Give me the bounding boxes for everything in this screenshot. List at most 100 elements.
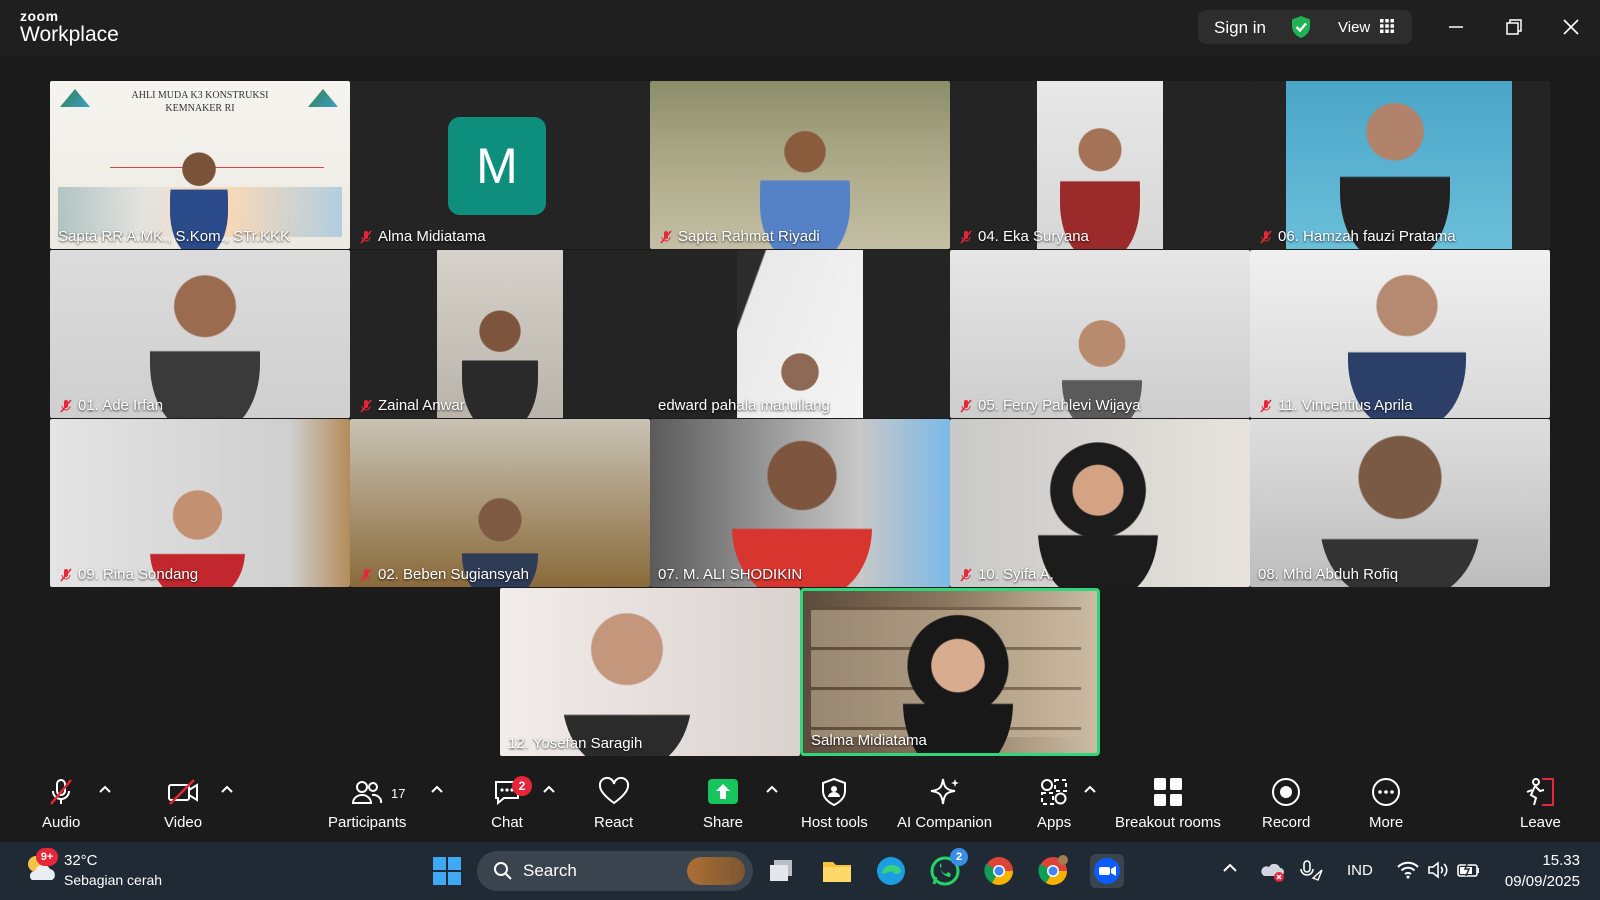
- weather-badge: 9+: [36, 848, 58, 866]
- onedrive-error-icon[interactable]: [1260, 858, 1294, 892]
- share-chevron-up-icon[interactable]: [765, 784, 779, 794]
- weather-widget[interactable]: 9+ 32°C Sebagian cerah: [22, 848, 162, 891]
- task-view-icon[interactable]: [766, 854, 800, 888]
- video-tile[interactable]: 06. Hamzah fauzi Pratama: [1250, 81, 1550, 249]
- react-button[interactable]: React: [594, 776, 633, 831]
- video-tile[interactable]: 09. Rina Sondang: [50, 419, 350, 587]
- taskbar-search[interactable]: Search: [477, 851, 753, 891]
- microphone-muted-icon: [50, 779, 73, 805]
- record-label: Record: [1262, 814, 1311, 831]
- video-label: Video: [164, 814, 203, 831]
- participant-name: 07. M. ALI SHODIKIN: [658, 566, 802, 583]
- host-tools-button[interactable]: Host tools: [801, 776, 868, 831]
- mic-muted-icon: [660, 229, 672, 244]
- more-icon: [1372, 778, 1401, 806]
- heart-icon: [598, 776, 629, 805]
- microphone-in-use-icon[interactable]: [1298, 858, 1332, 892]
- participant-figure: [1340, 91, 1450, 249]
- chat-chevron-up-icon[interactable]: [542, 784, 556, 794]
- name-text: 09. Rina Sondang: [78, 566, 199, 583]
- name-text: 12. Yosefan Saragih: [508, 735, 643, 752]
- file-explorer-icon[interactable]: [820, 854, 854, 888]
- breakout-rooms-icon: [1153, 778, 1182, 806]
- video-tile[interactable]: Sapta Rahmat Riyadi: [650, 81, 950, 249]
- name-text: 02. Beben Sugiansyah: [378, 566, 529, 583]
- audio-chevron-up-icon[interactable]: [98, 784, 112, 794]
- sparkle-icon: [930, 778, 959, 805]
- volume-icon[interactable]: [1426, 858, 1460, 892]
- react-label: React: [594, 814, 634, 831]
- windows-taskbar: 9+ 32°C Sebagian cerah Search 2 IND 15.3…: [0, 842, 1600, 900]
- name-text: Alma Midiatama: [378, 228, 486, 245]
- apps-icon: [1041, 779, 1068, 805]
- search-icon: [494, 862, 512, 880]
- clock-time: 15.33: [1542, 852, 1580, 869]
- chrome-icon[interactable]: [982, 854, 1016, 888]
- video-tile-active-speaker[interactable]: Salma Midiatama: [800, 588, 1100, 756]
- name-text: Sapta RR A.MK., S.Kom., STr.KKK: [58, 228, 291, 245]
- name-text: edward pahala manullang: [658, 397, 830, 414]
- video-tile[interactable]: Zainal Anwar: [350, 250, 650, 418]
- camera-off-icon: [168, 779, 199, 805]
- video-tile[interactable]: 01. Ade Irfan: [50, 250, 350, 418]
- chrome-profile-icon[interactable]: [1036, 854, 1070, 888]
- share-button[interactable]: Share: [703, 776, 743, 831]
- participant-figure: [732, 423, 872, 587]
- video-tile[interactable]: 02. Beben Sugiansyah: [350, 419, 650, 587]
- participant-figure: [562, 588, 692, 756]
- battery-icon[interactable]: [1456, 858, 1490, 892]
- video-gallery: AHLI MUDA K3 KONSTRUKSI KEMNAKER RI Sapt…: [0, 0, 1600, 780]
- ai-companion-button[interactable]: AI Companion: [897, 776, 992, 831]
- weather-condition: Sebagian cerah: [64, 872, 163, 888]
- mic-muted-icon: [60, 398, 72, 413]
- audio-button[interactable]: Audio: [42, 776, 80, 831]
- windows-start-icon[interactable]: [430, 854, 464, 888]
- video-chevron-up-icon[interactable]: [220, 784, 234, 794]
- slide-title: AHLI MUDA K3 KONSTRUKSI KEMNAKER RI: [50, 89, 350, 115]
- video-tile[interactable]: M Alma Midiatama: [350, 81, 650, 249]
- slide-title-line-2: KEMNAKER RI: [165, 103, 235, 114]
- zoom-app-icon[interactable]: [1090, 854, 1124, 888]
- audio-label: Audio: [42, 814, 81, 831]
- participant-name: Salma Midiatama: [811, 732, 927, 749]
- participant-name: Sapta Rahmat Riyadi: [658, 228, 820, 245]
- edge-browser-icon[interactable]: [874, 854, 908, 888]
- apps-button[interactable]: Apps: [1037, 776, 1071, 831]
- leave-button[interactable]: Leave: [1520, 776, 1561, 831]
- whatsapp-badge: 2: [950, 848, 968, 866]
- record-button[interactable]: Record: [1262, 776, 1310, 831]
- participant-name: 01. Ade Irfan: [58, 397, 163, 414]
- participant-name: Sapta RR A.MK., S.Kom., STr.KKK: [58, 228, 290, 245]
- video-tile[interactable]: 07. M. ALI SHODIKIN: [650, 419, 950, 587]
- participants-button[interactable]: Participants: [328, 776, 406, 831]
- video-tile[interactable]: AHLI MUDA K3 KONSTRUKSI KEMNAKER RI Sapt…: [50, 81, 350, 249]
- participant-name: 10. Syifa A.: [958, 566, 1054, 583]
- mic-muted-icon: [360, 398, 372, 413]
- video-tile[interactable]: edward pahala manullang: [650, 250, 950, 418]
- video-tile[interactable]: 08. Mhd Abduh Rofiq: [1250, 419, 1550, 587]
- participant-name: 06. Hamzah fauzi Pratama: [1258, 228, 1456, 245]
- video-tile[interactable]: 11. Vincentius Aprila: [1250, 250, 1550, 418]
- apps-chevron-up-icon[interactable]: [1083, 784, 1097, 794]
- participants-count: 17: [391, 786, 406, 801]
- video-tile[interactable]: 05. Ferry Pahlevi Wijaya: [950, 250, 1250, 418]
- whatsapp-icon[interactable]: 2: [928, 848, 968, 888]
- wifi-icon[interactable]: [1396, 858, 1430, 892]
- leave-label: Leave: [1520, 814, 1561, 831]
- system-clock[interactable]: 15.33 09/09/2025: [1505, 850, 1580, 892]
- more-button[interactable]: More: [1369, 776, 1403, 831]
- input-language[interactable]: IND: [1347, 862, 1373, 879]
- video-tile[interactable]: 12. Yosefan Saragih: [500, 588, 800, 756]
- breakout-rooms-button[interactable]: Breakout rooms: [1115, 776, 1221, 831]
- ai-companion-label: AI Companion: [897, 814, 993, 831]
- video-tile[interactable]: 04. Eka Suryana: [950, 81, 1250, 249]
- participants-chevron-up-icon[interactable]: [430, 784, 444, 794]
- participant-name: 05. Ferry Pahlevi Wijaya: [958, 397, 1141, 414]
- mic-muted-icon: [360, 229, 372, 244]
- video-button[interactable]: Video: [164, 776, 202, 831]
- meeting-toolbar: Audio Video Participants 17 Chat 2 React…: [0, 768, 1600, 842]
- participants-label: Participants: [328, 814, 407, 831]
- tray-overflow-chevron-icon[interactable]: [1220, 858, 1254, 892]
- video-tile[interactable]: 10. Syifa A.: [950, 419, 1250, 587]
- participant-figure: [1348, 258, 1466, 418]
